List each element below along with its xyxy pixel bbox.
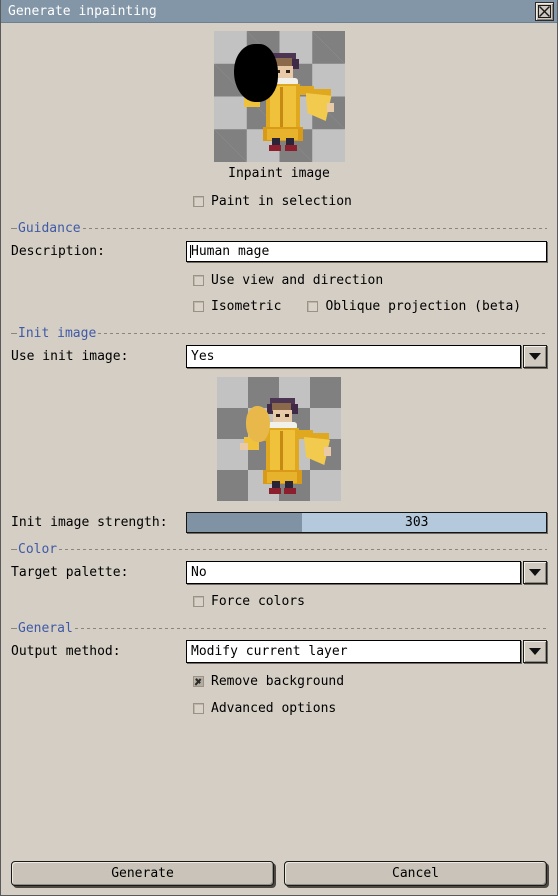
oblique-projection-label: Oblique projection (beta): [325, 298, 522, 314]
chevron-down-icon: [529, 353, 541, 360]
paint-in-selection-checkbox-row[interactable]: Paint in selection: [193, 194, 352, 209]
remove-background-checkbox[interactable]: [193, 675, 204, 687]
use-init-image-value: Yes: [186, 345, 521, 368]
section-general: General: [11, 620, 547, 636]
chevron-down-icon: [529, 569, 541, 576]
use-view-direction-row: Use view and direction: [11, 269, 547, 291]
advanced-options-label: Advanced options: [211, 700, 337, 716]
advanced-options-checkbox-row[interactable]: Advanced options: [193, 701, 336, 716]
init-image-preview-block: [11, 377, 547, 501]
section-guidance-title: Guidance: [18, 220, 81, 236]
isometric-label: Isometric: [211, 298, 282, 314]
chevron-down-icon: [529, 648, 541, 655]
force-colors-label: Force colors: [211, 593, 305, 609]
init-image-strength-value: 303: [405, 514, 429, 530]
force-colors-checkbox[interactable]: [193, 595, 204, 607]
close-x-icon: [538, 4, 551, 18]
section-color-title: Color: [18, 541, 58, 557]
description-label: Description:: [11, 243, 105, 259]
isometric-checkbox[interactable]: [193, 300, 204, 312]
output-method-dropdown-button[interactable]: [523, 640, 547, 663]
projection-row: Isometric Oblique projection (beta): [11, 295, 547, 317]
description-row: Description: Human mage: [11, 240, 547, 262]
advanced-options-checkbox[interactable]: [193, 702, 204, 714]
init-image-preview: [217, 377, 341, 501]
target-palette-dropdown[interactable]: No: [186, 561, 547, 584]
use-view-direction-checkbox-row[interactable]: Use view and direction: [193, 273, 383, 288]
preview-caption: Inpaint image: [228, 166, 330, 181]
target-palette-row: Target palette: No: [11, 561, 547, 584]
section-guidance: Guidance: [11, 220, 547, 236]
remove-background-label: Remove background: [211, 673, 345, 689]
section-init-image-title: Init image: [18, 325, 97, 341]
force-colors-row: Force colors: [11, 590, 547, 612]
output-method-row: Output method: Modify current layer: [11, 640, 547, 663]
remove-background-row: Remove background: [11, 670, 547, 692]
use-init-image-row: Use init image: Yes: [11, 345, 547, 368]
init-generated-blob: [246, 406, 270, 442]
output-method-value: Modify current layer: [186, 640, 521, 663]
section-dash: [11, 332, 17, 334]
section-init-image: Init image: [11, 325, 547, 341]
generate-button[interactable]: Generate: [11, 861, 274, 886]
paint-in-selection-label: Paint in selection: [211, 193, 352, 209]
close-button[interactable]: [535, 1, 554, 21]
init-image-strength-slider[interactable]: 303: [186, 511, 547, 533]
paint-in-selection-row: Paint in selection: [11, 190, 547, 212]
advanced-options-row: Advanced options: [11, 697, 547, 719]
dialog-footer: Generate Cancel: [1, 861, 557, 895]
use-view-direction-checkbox[interactable]: [193, 274, 204, 286]
use-view-direction-label: Use view and direction: [211, 272, 384, 288]
use-init-image-label: Use init image:: [11, 349, 129, 364]
section-dash: [11, 548, 17, 550]
force-colors-checkbox-row[interactable]: Force colors: [193, 594, 305, 609]
init-image-strength-label: Init image strength:: [11, 514, 168, 530]
section-divider: [74, 627, 547, 629]
section-dash: [11, 227, 17, 229]
section-divider: [59, 548, 547, 550]
window-title: Generate inpainting: [8, 3, 157, 19]
section-dash: [11, 627, 17, 629]
section-general-title: General: [18, 620, 73, 636]
section-divider: [82, 227, 547, 229]
target-palette-label: Target palette:: [11, 565, 129, 580]
titlebar[interactable]: Generate inpainting: [1, 0, 557, 23]
mage-sprite-init: [217, 377, 341, 501]
mage-sprite-masked: [214, 31, 345, 162]
output-method-dropdown[interactable]: Modify current layer: [186, 640, 547, 663]
isometric-checkbox-row[interactable]: Isometric: [193, 299, 281, 314]
description-value: Human mage: [191, 243, 270, 259]
remove-background-checkbox-row[interactable]: Remove background: [193, 674, 344, 689]
output-method-label: Output method:: [11, 644, 121, 659]
target-palette-dropdown-button[interactable]: [523, 561, 547, 584]
use-init-image-dropdown-button[interactable]: [523, 345, 547, 368]
inpaint-image-preview: [213, 31, 345, 162]
init-image-strength-row: Init image strength: 303: [11, 511, 547, 533]
inpaint-mask-blob: [233, 44, 278, 102]
generate-inpainting-dialog: Generate inpainting Inpaint image Paint …: [0, 0, 558, 896]
section-divider: [98, 332, 547, 334]
paint-in-selection-checkbox[interactable]: [193, 195, 204, 207]
description-input[interactable]: Human mage: [186, 240, 547, 262]
inpaint-preview-block: Inpaint image: [11, 31, 547, 181]
oblique-projection-checkbox-row[interactable]: Oblique projection (beta): [307, 299, 521, 314]
use-init-image-dropdown[interactable]: Yes: [186, 345, 547, 368]
slider-fill: [187, 512, 302, 532]
cancel-button[interactable]: Cancel: [284, 861, 547, 886]
projection-options: Isometric Oblique projection (beta): [193, 299, 521, 314]
oblique-projection-checkbox[interactable]: [307, 300, 319, 312]
target-palette-value: No: [186, 561, 521, 584]
dialog-body: Inpaint image Paint in selection Guidanc…: [1, 23, 557, 861]
section-color: Color: [11, 541, 547, 557]
